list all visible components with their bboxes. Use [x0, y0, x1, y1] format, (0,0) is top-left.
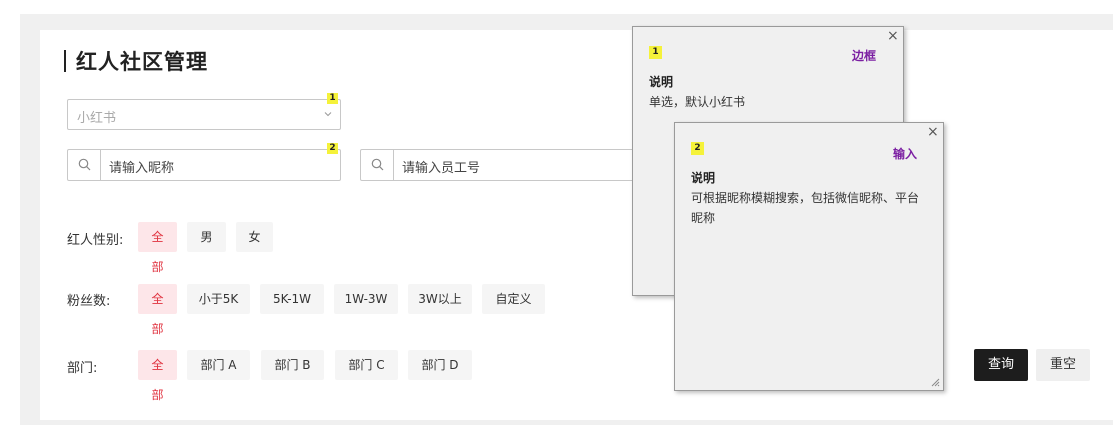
- fans-option-over-3w[interactable]: 3W以上: [408, 284, 472, 314]
- note-type-label: 输入: [893, 147, 918, 161]
- reset-button[interactable]: 重空: [1036, 349, 1090, 381]
- search-icon: [361, 150, 394, 180]
- department-option-d[interactable]: 部门 D: [408, 350, 472, 380]
- gender-filter-label: 红人性别:: [67, 233, 124, 248]
- note-type-label: 边框: [852, 49, 877, 63]
- query-button[interactable]: 查询: [974, 349, 1028, 381]
- gender-option-all[interactable]: 全部: [138, 222, 177, 274]
- nickname-placeholder: 请输入昵称: [109, 161, 175, 176]
- gender-option-female[interactable]: 女: [236, 222, 273, 252]
- page-title: 红人社区管理: [64, 46, 208, 76]
- platform-select[interactable]: 小红书: [67, 99, 341, 130]
- annotation-badge: 2: [327, 143, 338, 154]
- note-body: 可根据昵称模糊搜索，包括微信昵称、平台昵称: [691, 191, 920, 225]
- note-heading: 说明: [649, 75, 674, 89]
- fans-option-custom[interactable]: 自定义: [482, 284, 545, 314]
- chevron-down-icon: [324, 112, 332, 117]
- annotation-note-2[interactable]: 2 输入 × 说明 可根据昵称模糊搜索，包括微信昵称、平台昵称: [674, 122, 944, 391]
- note-number-badge: 2: [691, 142, 704, 155]
- nickname-search-input[interactable]: 请输入昵称: [67, 149, 341, 181]
- department-option-a[interactable]: 部门 A: [187, 350, 250, 380]
- platform-select-value: 小红书: [77, 111, 117, 126]
- fans-option-under-5k[interactable]: 小于5K: [187, 284, 250, 314]
- note-heading: 说明: [691, 171, 716, 185]
- department-option-c[interactable]: 部门 C: [335, 350, 398, 380]
- department-option-b[interactable]: 部门 B: [261, 350, 324, 380]
- gender-option-male[interactable]: 男: [187, 222, 226, 252]
- employee-search-input[interactable]: 请输入员工号: [360, 149, 650, 181]
- note-number-badge: 1: [649, 46, 662, 59]
- department-filter-label: 部门:: [67, 361, 98, 376]
- employee-placeholder: 请输入员工号: [402, 161, 481, 176]
- search-icon: [68, 150, 101, 180]
- close-icon[interactable]: ×: [927, 124, 939, 140]
- resize-grip-icon[interactable]: [931, 378, 940, 387]
- title-bar: [64, 50, 66, 72]
- fans-option-5k-1w[interactable]: 5K-1W: [260, 284, 324, 314]
- annotation-badge: 1: [327, 93, 338, 104]
- page-title-text: 红人社区管理: [76, 50, 208, 74]
- fans-option-1w-3w[interactable]: 1W-3W: [334, 284, 398, 314]
- fans-filter-label: 粉丝数:: [67, 294, 111, 309]
- close-icon[interactable]: ×: [887, 28, 899, 44]
- fans-option-all[interactable]: 全部: [138, 284, 177, 336]
- note-body: 单选，默认小红书: [649, 95, 746, 109]
- department-option-all[interactable]: 全部: [138, 350, 177, 402]
